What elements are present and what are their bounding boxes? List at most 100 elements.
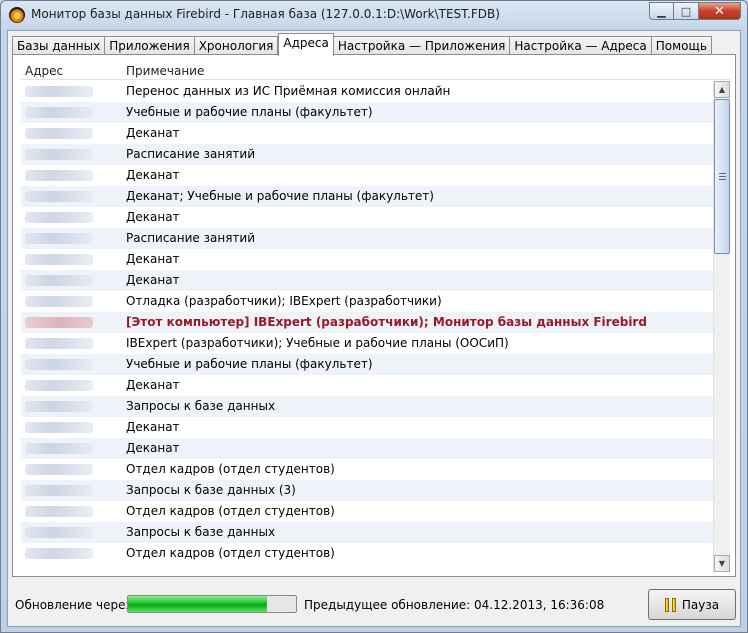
- note-cell: Деканат: [126, 441, 180, 455]
- title-bar[interactable]: Монитор базы данных Firebird - Главная б…: [1, 1, 747, 29]
- column-header-address[interactable]: Адрес: [25, 64, 63, 78]
- scroll-thumb[interactable]: [714, 99, 730, 254]
- grip-line: [719, 179, 726, 180]
- address-cell-redacted: [25, 506, 93, 517]
- table-row[interactable]: Отдел кадров (отдел студентов): [21, 543, 713, 564]
- note-cell: Учебные и рабочие планы (факультет): [126, 357, 373, 371]
- address-cell-redacted: [25, 296, 93, 307]
- firebird-app-icon: [9, 7, 25, 23]
- tab-1[interactable]: Приложения: [105, 36, 195, 56]
- tab-0[interactable]: Базы данных: [12, 36, 106, 56]
- note-cell: Деканат: [126, 210, 180, 224]
- note-cell: Расписание занятий: [126, 231, 256, 245]
- address-cell-redacted: [25, 254, 93, 265]
- minimize-button[interactable]: ▁: [649, 2, 674, 20]
- note-cell: Расписание занятий: [126, 147, 256, 161]
- address-cell-redacted: [25, 128, 93, 139]
- table-row[interactable]: Деканат: [21, 249, 713, 270]
- scroll-up-button[interactable]: ▲: [714, 81, 730, 98]
- scroll-down-button[interactable]: ▼: [714, 555, 730, 572]
- address-cell-redacted: [25, 86, 93, 97]
- note-cell: Деканат; Учебные и рабочие планы (факуль…: [126, 189, 434, 203]
- table-row[interactable]: Учебные и рабочие планы (факультет): [21, 354, 713, 375]
- tab-2[interactable]: Хронология: [194, 36, 279, 56]
- table-row[interactable]: Деканат: [21, 207, 713, 228]
- client-area: Базы данных Приложения Хронология Адреса Нас…: [7, 30, 741, 627]
- table-row[interactable]: Деканат: [21, 375, 713, 396]
- tab-5[interactable]: Настройка — Адреса: [510, 36, 652, 56]
- address-cell-redacted: [25, 233, 93, 244]
- address-cell-redacted: [25, 107, 93, 118]
- note-cell: Перенос данных из ИС Приёмная комиссия о…: [126, 84, 451, 98]
- table-row[interactable]: Запросы к базе данных: [21, 522, 713, 543]
- table-row[interactable]: IBExpert (разработчики); Учебные и рабоч…: [21, 333, 713, 354]
- tab-4[interactable]: Настройка — Приложения: [333, 36, 511, 56]
- table-row[interactable]: [Этот компьютер] IBExpert (разработчики)…: [21, 312, 713, 333]
- column-header-note[interactable]: Примечание: [126, 64, 204, 78]
- progress-fill: [128, 596, 268, 612]
- table-row[interactable]: Перенос данных из ИС Приёмная комиссия о…: [21, 81, 713, 102]
- table-row[interactable]: Запросы к базе данных: [21, 396, 713, 417]
- address-cell-redacted: [25, 380, 93, 391]
- addresses-list: Адрес Примечание Перенос данных из ИС Пр…: [21, 61, 730, 572]
- table-row[interactable]: Отдел кадров (отдел студентов): [21, 501, 713, 522]
- note-cell: Запросы к базе данных: [126, 399, 276, 413]
- minimize-icon: ▁: [657, 4, 666, 18]
- address-cell-redacted: [25, 527, 93, 538]
- table-row[interactable]: Деканат: [21, 417, 713, 438]
- note-cell: IBExpert (разработчики); Учебные и рабоч…: [126, 336, 509, 350]
- status-bar: Обновление через Предыдущее обновление: …: [8, 582, 740, 626]
- update-label: Обновление через: [15, 598, 132, 612]
- note-cell: Деканат: [126, 273, 180, 287]
- window-title: Монитор базы данных Firebird - Главная б…: [31, 7, 500, 21]
- address-cell-redacted: [25, 275, 93, 286]
- note-cell: Отдел кадров (отдел студентов): [126, 504, 335, 518]
- pause-icon: [664, 597, 676, 612]
- note-cell: Деканат: [126, 252, 180, 266]
- address-cell-redacted: [25, 338, 93, 349]
- note-cell: Деканат: [126, 378, 180, 392]
- note-cell: Отдел кадров (отдел студентов): [126, 462, 335, 476]
- address-cell-redacted: [25, 401, 93, 412]
- note-cell: Отдел кадров (отдел студентов): [126, 546, 335, 560]
- table-row[interactable]: Расписание занятий: [21, 144, 713, 165]
- note-cell: Запросы к базе данных: [126, 525, 276, 539]
- addresses-panel: Адрес Примечание Перенос данных из ИС Пр…: [12, 54, 736, 577]
- maximize-button[interactable]: □: [674, 2, 699, 20]
- address-cell-redacted: [25, 317, 93, 328]
- app-window: Монитор базы данных Firebird - Главная б…: [0, 0, 748, 633]
- close-icon: ✕: [714, 3, 725, 19]
- update-progress-bar: [127, 595, 297, 613]
- table-row[interactable]: Отдел кадров (отдел студентов): [21, 459, 713, 480]
- list-header: Адрес Примечание: [21, 61, 730, 80]
- arrow-down-icon: ▼: [718, 559, 726, 568]
- note-cell: Отладка (разработчики); IBExpert (разраб…: [126, 294, 442, 308]
- note-cell: Деканат: [126, 126, 180, 140]
- vertical-scrollbar[interactable]: ▲ ▼: [713, 81, 730, 572]
- table-row[interactable]: Расписание занятий: [21, 228, 713, 249]
- address-cell-redacted: [25, 149, 93, 160]
- grip-line: [719, 176, 726, 177]
- table-row[interactable]: Деканат: [21, 438, 713, 459]
- address-cell-redacted: [25, 212, 93, 223]
- window-controls: ▁ □ ✕: [649, 2, 741, 20]
- address-cell-redacted: [25, 170, 93, 181]
- address-cell-redacted: [25, 359, 93, 370]
- table-row[interactable]: Отладка (разработчики); IBExpert (разраб…: [21, 291, 713, 312]
- tab-3[interactable]: Адреса: [278, 33, 334, 56]
- table-row[interactable]: Деканат: [21, 165, 713, 186]
- close-button[interactable]: ✕: [699, 2, 741, 20]
- note-cell: [Этот компьютер] IBExpert (разработчики)…: [126, 315, 647, 329]
- table-row[interactable]: Деканат; Учебные и рабочие планы (факуль…: [21, 186, 713, 207]
- table-row[interactable]: Деканат: [21, 270, 713, 291]
- table-row[interactable]: Деканат: [21, 123, 713, 144]
- pause-button[interactable]: Пауза: [648, 589, 736, 620]
- list-rows: Перенос данных из ИС Приёмная комиссия о…: [21, 81, 713, 572]
- note-cell: Деканат: [126, 420, 180, 434]
- maximize-icon: □: [680, 4, 692, 18]
- previous-update-label: Предыдущее обновление: 04.12.2013, 16:36…: [304, 598, 605, 612]
- table-row[interactable]: Учебные и рабочие планы (факультет): [21, 102, 713, 123]
- note-cell: Деканат: [126, 168, 180, 182]
- table-row[interactable]: Запросы к базе данных (3): [21, 480, 713, 501]
- tab-6[interactable]: Помощь: [651, 36, 712, 56]
